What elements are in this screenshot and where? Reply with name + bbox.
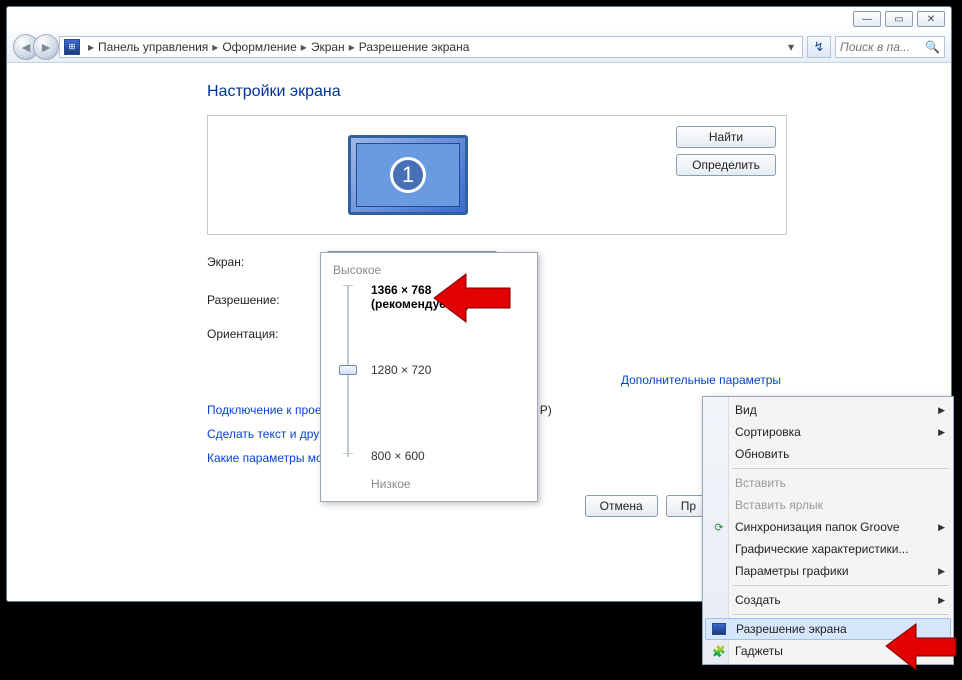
window-controls: — ▭ ✕ xyxy=(853,11,945,27)
control-panel-icon: ⊞ xyxy=(64,39,80,55)
breadcrumb-sep: ▸ xyxy=(349,40,355,54)
gadgets-icon: 🧩 xyxy=(711,643,727,659)
projector-link[interactable]: Подключение к проек xyxy=(207,403,327,417)
chevron-right-icon: ▶ xyxy=(938,427,945,438)
screen-label: Экран: xyxy=(207,255,327,269)
resolution-slider-track xyxy=(343,285,353,461)
annotation-arrow xyxy=(426,264,516,334)
ctx-graphics-options[interactable]: Параметры графики▶ xyxy=(705,560,951,582)
breadcrumb-sep: ▸ xyxy=(88,40,94,54)
search-input[interactable] xyxy=(840,40,920,54)
annotation-arrow xyxy=(880,616,960,678)
minimize-button[interactable]: — xyxy=(853,11,881,27)
forward-button[interactable]: ► xyxy=(33,34,59,60)
resolution-current: 1280 × 720 xyxy=(371,363,431,377)
breadcrumb-sep: ▸ xyxy=(212,40,218,54)
ctx-view[interactable]: Вид▶ xyxy=(705,399,951,421)
ctx-sort[interactable]: Сортировка▶ xyxy=(705,421,951,443)
chevron-right-icon: ▶ xyxy=(938,522,945,533)
ctx-separator xyxy=(733,468,949,469)
monitor-number: 1 xyxy=(390,157,426,193)
search-box[interactable]: 🔍 xyxy=(835,36,945,58)
breadcrumb-sep: ▸ xyxy=(301,40,307,54)
ctx-paste: Вставить xyxy=(705,472,951,494)
monitor-preview[interactable]: 1 xyxy=(348,135,468,215)
ctx-separator xyxy=(733,585,949,586)
chevron-right-icon: ▶ xyxy=(938,595,945,606)
chevron-right-icon: ▶ xyxy=(938,566,945,577)
maximize-button[interactable]: ▭ xyxy=(885,11,913,27)
orientation-label: Ориентация: xyxy=(207,327,327,341)
groove-icon: ⟳ xyxy=(711,519,727,535)
display-preview-box: 1 Найти Определить xyxy=(207,115,787,235)
dialog-buttons: Отмена Пр xyxy=(585,495,711,517)
resolution-low-label: Низкое xyxy=(371,477,411,491)
resolution-min: 800 × 600 xyxy=(371,449,425,463)
navigation-bar: ◄ ► ⊞ ▸ Панель управления ▸ Оформление ▸… xyxy=(7,31,951,63)
address-dropdown[interactable]: ▾ xyxy=(784,40,798,54)
ctx-create[interactable]: Создать▶ xyxy=(705,589,951,611)
nav-back-forward: ◄ ► xyxy=(13,34,53,60)
ctx-groove-sync[interactable]: ⟳Синхронизация папок Groove▶ xyxy=(705,516,951,538)
ctx-paste-shortcut: Вставить ярлык xyxy=(705,494,951,516)
breadcrumb-item[interactable]: Разрешение экрана xyxy=(359,40,470,54)
chevron-right-icon: ▶ xyxy=(938,405,945,416)
monitor-icon xyxy=(712,623,726,635)
advanced-settings-link[interactable]: Дополнительные параметры xyxy=(621,373,781,387)
ctx-graphics-characteristics[interactable]: Графические характеристики... xyxy=(705,538,951,560)
monitor-screen: 1 xyxy=(356,143,460,207)
refresh-button[interactable]: ↯ xyxy=(807,36,831,58)
detect-button[interactable]: Определить xyxy=(676,154,776,176)
address-bar[interactable]: ⊞ ▸ Панель управления ▸ Оформление ▸ Экр… xyxy=(59,36,803,58)
ctx-refresh[interactable]: Обновить xyxy=(705,443,951,465)
ctx-separator xyxy=(733,614,949,615)
breadcrumb-item[interactable]: Панель управления xyxy=(98,40,208,54)
resolution-label: Разрешение: xyxy=(207,293,327,307)
resolution-slider-thumb[interactable] xyxy=(339,365,357,375)
cancel-button[interactable]: Отмена xyxy=(585,495,658,517)
breadcrumb-item[interactable]: Оформление xyxy=(222,40,296,54)
search-icon[interactable]: 🔍 xyxy=(925,40,940,54)
page-title: Настройки экрана xyxy=(207,83,951,101)
find-button[interactable]: Найти xyxy=(676,126,776,148)
close-button[interactable]: ✕ xyxy=(917,11,945,27)
breadcrumb-item[interactable]: Экран xyxy=(311,40,345,54)
